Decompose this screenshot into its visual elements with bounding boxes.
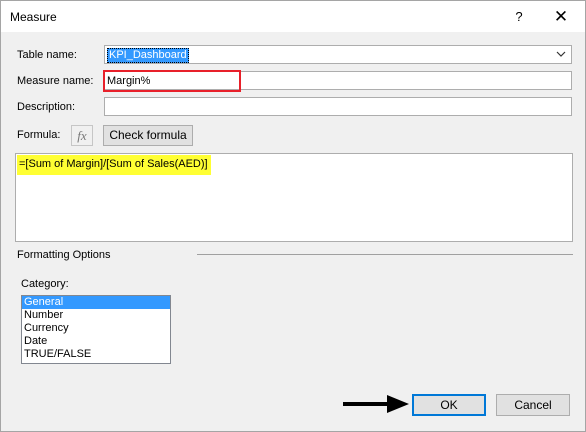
description-label: Description: [17, 101, 76, 113]
measure-dialog: Measure ? ✕ Table name: KPI_Dashboard Me… [0, 0, 586, 432]
list-item-true-false[interactable]: TRUE/FALSE [22, 348, 170, 361]
description-field[interactable] [104, 97, 572, 116]
help-button[interactable]: ? [509, 7, 529, 27]
dialog-title: Measure [10, 10, 57, 24]
section-divider [197, 254, 573, 255]
close-button[interactable]: ✕ [549, 6, 573, 28]
list-item-general[interactable]: General [22, 296, 170, 309]
cancel-button[interactable]: Cancel [496, 394, 570, 416]
fx-button[interactable]: fx [71, 125, 93, 146]
table-name-dropdown[interactable]: KPI_Dashboard [104, 45, 572, 64]
description-input[interactable] [105, 98, 571, 115]
title-bar: Measure ? ✕ [1, 1, 585, 32]
formula-label: Formula: [17, 129, 61, 141]
measure-name-label: Measure name: [17, 75, 94, 87]
table-name-value: KPI_Dashboard [107, 48, 189, 63]
ok-button[interactable]: OK [412, 394, 486, 416]
check-formula-button[interactable]: Check formula [103, 125, 193, 146]
annotation-highlight-box [103, 70, 241, 92]
list-item-currency[interactable]: Currency [22, 322, 170, 335]
category-list[interactable]: General Number Currency Date TRUE/FALSE [21, 295, 171, 364]
list-item-date[interactable]: Date [22, 335, 170, 348]
table-name-label: Table name: [17, 49, 77, 61]
arrow-right-icon [343, 395, 409, 413]
category-label: Category: [21, 278, 69, 290]
list-item-number[interactable]: Number [22, 309, 170, 322]
formatting-options-label: Formatting Options [17, 249, 111, 261]
chevron-down-icon[interactable] [555, 47, 567, 62]
formula-text: =[Sum of Margin]/[Sum of Sales(AED)] [17, 155, 211, 175]
formula-editor[interactable]: =[Sum of Margin]/[Sum of Sales(AED)] [15, 153, 573, 242]
